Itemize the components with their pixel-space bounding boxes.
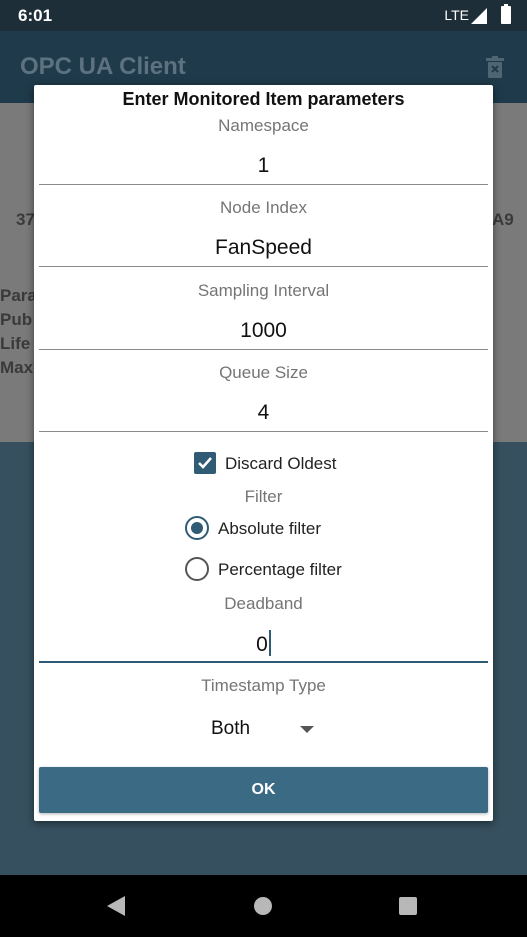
node-index-underline <box>39 266 488 267</box>
sampling-interval-field[interactable]: 1000 <box>39 319 488 343</box>
status-time: 6:01 <box>18 6 53 25</box>
background-line: Pub <box>0 310 33 329</box>
background-number: 37 <box>16 210 35 229</box>
trash-icon[interactable] <box>486 56 504 78</box>
sampling-interval-underline <box>39 349 488 350</box>
queue-size-label: Queue Size <box>219 363 308 382</box>
deadband-field[interactable]: 0 <box>39 630 488 657</box>
dialog-title: Enter Monitored Item parameters <box>122 89 405 109</box>
dropdown-arrow-icon[interactable] <box>300 726 314 733</box>
absolute-filter-radio[interactable] <box>185 516 209 540</box>
percentage-filter-label[interactable]: Percentage filter <box>218 560 342 580</box>
node-index-label: Node Index <box>220 198 307 217</box>
back-icon[interactable] <box>107 896 125 916</box>
discard-oldest-checkbox[interactable] <box>194 452 216 474</box>
filter-label: Filter <box>244 487 283 506</box>
sampling-interval-label: Sampling Interval <box>197 281 330 300</box>
battery-icon <box>501 4 511 24</box>
background-line: Para <box>0 286 37 305</box>
app-title: OPC UA Client <box>20 53 186 80</box>
namespace-field[interactable]: 1 <box>39 154 488 178</box>
deadband-value: 0 <box>256 633 268 656</box>
queue-size-field[interactable]: 4 <box>39 401 488 425</box>
check-icon <box>198 457 212 469</box>
queue-size-underline <box>39 431 488 432</box>
discard-oldest-label: Discard Oldest <box>225 454 337 473</box>
monitored-item-dialog: Enter Monitored Item parameters Namespac… <box>34 85 493 821</box>
percentage-filter-radio[interactable] <box>185 557 209 581</box>
recents-icon[interactable] <box>399 897 417 915</box>
deadband-label: Deadband <box>224 594 303 613</box>
discard-oldest-checkbox-row[interactable]: Discard Oldest <box>34 451 493 477</box>
background-line: Life <box>0 334 31 353</box>
home-icon[interactable] <box>254 897 272 915</box>
node-index-field[interactable]: FanSpeed <box>39 236 488 260</box>
text-cursor <box>268 630 271 656</box>
namespace-label: Namespace <box>218 116 309 135</box>
background-line: Max <box>0 358 34 377</box>
absolute-filter-label[interactable]: Absolute filter <box>218 519 321 539</box>
network-type: LTE <box>444 7 469 23</box>
timestamp-type-label: Timestamp Type <box>201 676 326 695</box>
signal-icon <box>471 8 487 24</box>
status-bar: 6:01 LTE <box>0 0 527 31</box>
timestamp-type-spinner[interactable]: Both <box>211 718 250 740</box>
background-text-right: A9 <box>492 210 514 229</box>
deadband-underline <box>39 661 488 663</box>
namespace-underline <box>39 184 488 185</box>
ok-button[interactable]: OK <box>39 767 488 813</box>
